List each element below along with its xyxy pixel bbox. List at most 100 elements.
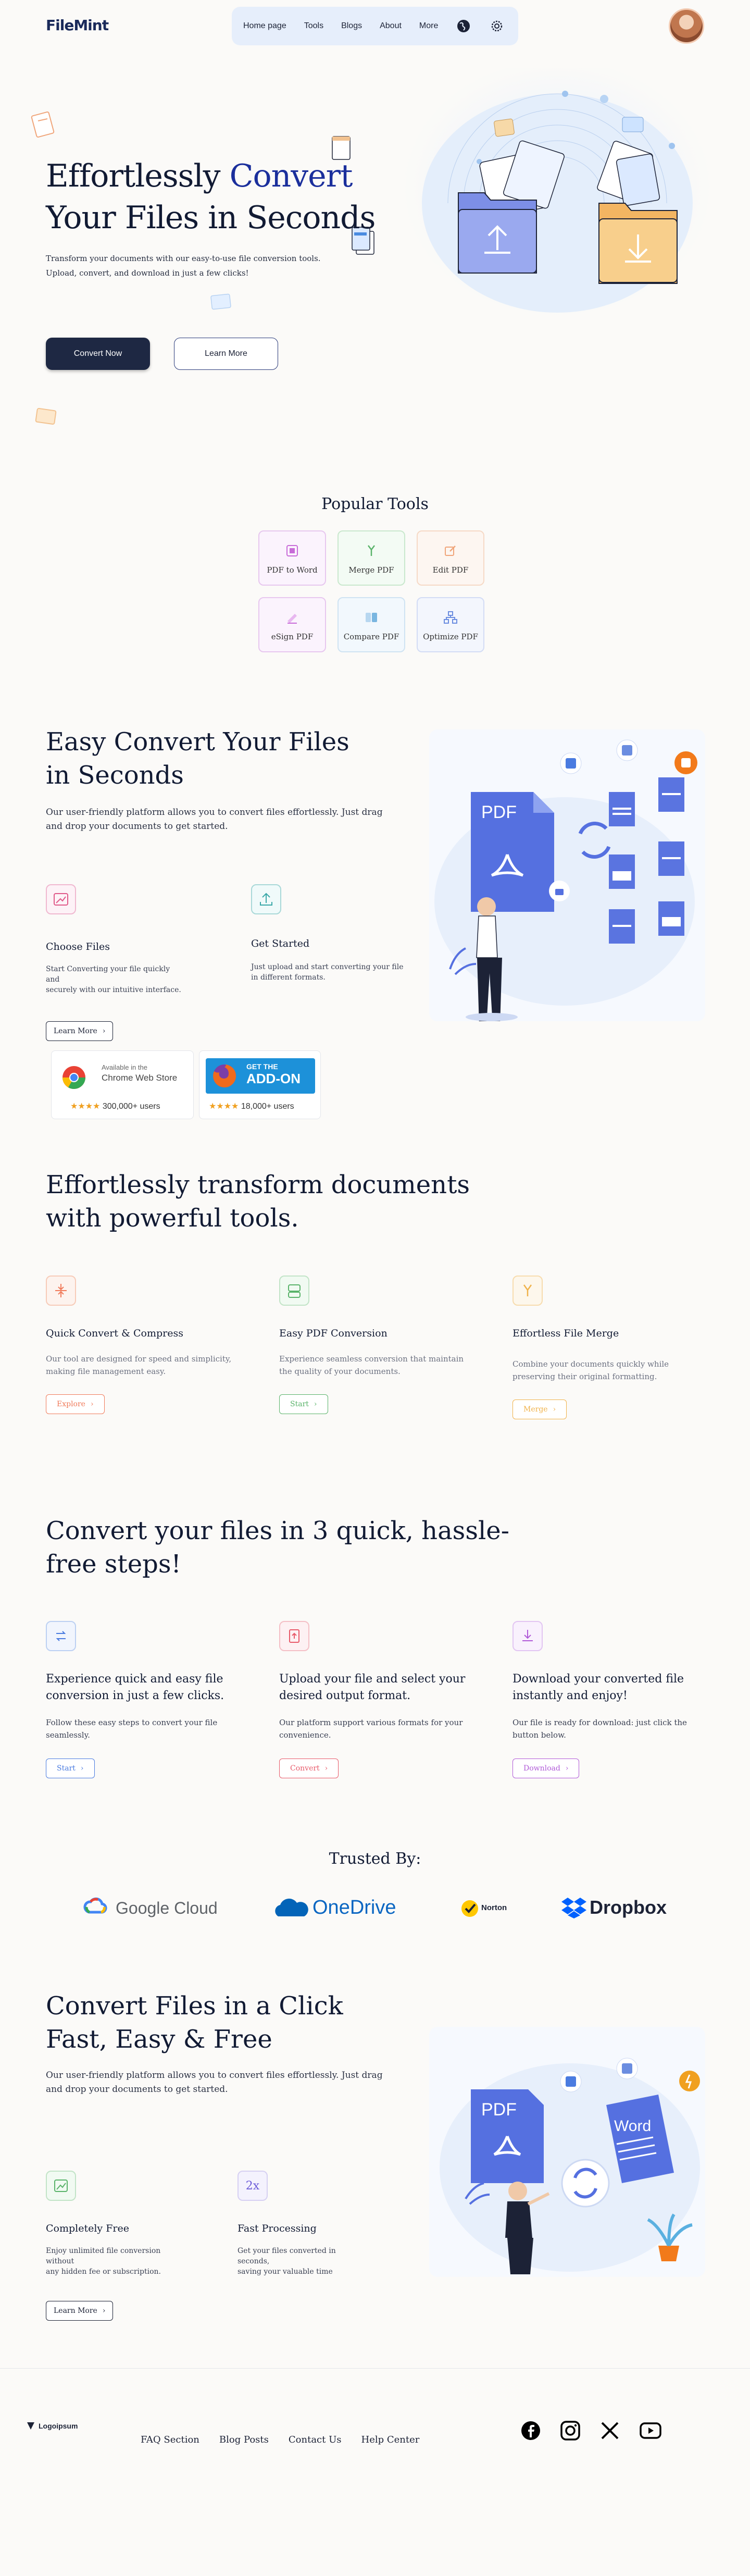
tool-label: Optimize PDF xyxy=(423,632,478,641)
badge-line: ADD-ON xyxy=(246,1071,301,1086)
button-label: Start xyxy=(290,1400,309,1408)
download-step-icon xyxy=(512,1621,543,1651)
firefox-icon xyxy=(213,1064,236,1087)
norton-icon xyxy=(461,1900,478,1917)
button-label: Start xyxy=(57,1764,76,1773)
title-line: Fast, Easy & Free xyxy=(46,2025,272,2054)
illustration-pdf-label: PDF xyxy=(481,2100,517,2120)
button-label: Explore xyxy=(57,1400,85,1408)
tool-label: eSign PDF xyxy=(271,632,314,641)
title-line: Experience quick and easy file xyxy=(46,1673,223,1686)
tool-optimize-pdf[interactable]: Optimize PDF xyxy=(417,597,484,652)
chrome-web-store-badge[interactable]: Available in the Chrome Web Store ★★★★ 3… xyxy=(51,1050,194,1119)
tool-edit-pdf[interactable]: Edit PDF xyxy=(417,530,484,586)
desc-line: without xyxy=(46,2257,74,2265)
explore-button[interactable]: Explore › xyxy=(46,1394,105,1414)
tool-label: Compare PDF xyxy=(343,632,399,641)
footer-link-help[interactable]: Help Center xyxy=(361,2434,420,2445)
file-merge-icon xyxy=(512,1275,543,1306)
facebook-icon[interactable] xyxy=(521,2421,541,2441)
youtube-icon[interactable] xyxy=(640,2422,661,2439)
completely-free-icon xyxy=(46,2171,76,2201)
choose-files-title: Choose Files xyxy=(46,941,110,952)
chevron-right-icon: › xyxy=(102,1027,106,1035)
x-icon[interactable] xyxy=(600,2421,620,2441)
transform-card-title-2: Easy PDF Conversion xyxy=(279,1328,388,1339)
compare-icon xyxy=(362,608,381,627)
chevron-right-icon: › xyxy=(80,1764,84,1773)
nav-tools[interactable]: Tools xyxy=(304,21,323,31)
completely-free-title: Completely Free xyxy=(46,2223,129,2234)
click-learn-more-button[interactable]: Learn More › xyxy=(46,2301,114,2321)
tool-merge-pdf[interactable]: Merge PDF xyxy=(338,530,405,586)
avatar[interactable] xyxy=(669,8,704,44)
click-illustration: PDF Word xyxy=(429,2027,705,2277)
badge-users: 18,000+ users xyxy=(241,1102,294,1111)
upload-step-icon xyxy=(279,1621,309,1651)
hero-desc-line: Upload, convert, and download in just a … xyxy=(46,268,249,278)
nav-about[interactable]: About xyxy=(380,21,402,31)
start-button[interactable]: Start › xyxy=(279,1394,328,1414)
transform-card-desc-1: Our tool are designed for speed and simp… xyxy=(46,1353,231,1378)
google-cloud-text: Google Cloud xyxy=(116,1899,218,1917)
easy-convert-description: Our user-friendly platform allows you to… xyxy=(46,806,410,834)
nav-more[interactable]: More xyxy=(419,21,438,31)
step-convert-button[interactable]: Convert › xyxy=(279,1758,339,1778)
title-line: Effortlessly transform documents xyxy=(46,1170,470,1199)
title-line: Easy Convert Your Files xyxy=(46,727,349,757)
click-description: Our user-friendly platform allows you to… xyxy=(46,2069,410,2097)
pdf-conversion-icon xyxy=(279,1275,309,1306)
edit-icon xyxy=(441,541,460,560)
title-line: free steps! xyxy=(46,1550,181,1579)
optimize-icon xyxy=(441,608,460,627)
nav-home[interactable]: Home page xyxy=(243,21,286,31)
step-title-1: Experience quick and easy file conversio… xyxy=(46,1671,224,1704)
merge-button[interactable]: Merge › xyxy=(512,1400,567,1419)
footer-link-faq[interactable]: FAQ Section xyxy=(141,2434,199,2445)
desc-line: seconds, xyxy=(238,2257,270,2265)
transform-card-desc-3: Combine your documents quickly while pre… xyxy=(512,1358,669,1383)
merge-icon xyxy=(362,541,381,560)
instagram-icon[interactable] xyxy=(560,2421,580,2441)
tool-pdf-to-word[interactable]: PDF to Word xyxy=(258,530,326,586)
dropbox-text: Dropbox xyxy=(590,1897,667,1918)
fast-processing-desc: Get your files converted in seconds, sav… xyxy=(238,2246,336,2277)
easy-convert-illustration: PDF xyxy=(429,729,705,1021)
footer-logo[interactable]: Logoipsum xyxy=(26,2421,78,2431)
desc-line: and xyxy=(46,975,60,984)
globe-icon[interactable] xyxy=(456,18,471,34)
tool-label: Merge PDF xyxy=(348,565,394,575)
step-title-2: Upload your file and select your desired… xyxy=(279,1671,465,1704)
desc-line: securely with our intuitive interface. xyxy=(46,986,181,994)
step-download-button[interactable]: Download › xyxy=(512,1758,580,1778)
step-start-button[interactable]: Start › xyxy=(46,1758,95,1778)
desc-line: and drop your documents to get started. xyxy=(46,821,228,832)
google-cloud-icon xyxy=(83,1897,107,1914)
brand-logo[interactable]: FileMint xyxy=(46,17,109,34)
desc-line: any hidden fee or subscription. xyxy=(46,2268,161,2276)
learn-more-button[interactable]: Learn More xyxy=(174,338,278,370)
step-desc-3: Our file is ready for download: just cli… xyxy=(512,1716,687,1741)
floating-card-icon-2 xyxy=(210,293,231,310)
pdf-to-word-icon xyxy=(283,541,302,560)
chrome-icon xyxy=(63,1066,85,1089)
nav-blogs[interactable]: Blogs xyxy=(341,21,362,31)
tool-compare-pdf[interactable]: Compare PDF xyxy=(338,597,405,652)
footer-link-contact[interactable]: Contact Us xyxy=(289,2434,342,2445)
tool-esign-pdf[interactable]: eSign PDF xyxy=(258,597,326,652)
footer-link-blog[interactable]: Blog Posts xyxy=(219,2434,269,2445)
transform-card-title-1: Quick Convert & Compress xyxy=(46,1328,183,1339)
gear-icon[interactable] xyxy=(489,18,505,34)
tool-label: PDF to Word xyxy=(267,565,318,575)
desc-line: button below. xyxy=(512,1730,566,1740)
step-title-3: Download your converted file instantly a… xyxy=(512,1671,684,1704)
desc-line: Follow these easy steps to convert your … xyxy=(46,1718,218,1727)
convert-now-button[interactable]: Convert Now xyxy=(46,338,150,370)
hero-desc-line: Transform your documents with our easy-t… xyxy=(46,254,321,263)
desc-line: the quality of your documents. xyxy=(279,1367,401,1376)
rating-stars: ★★★★ xyxy=(209,1102,239,1111)
easy-convert-learn-more-button[interactable]: Learn More › xyxy=(46,1021,114,1041)
firefox-addon-badge[interactable]: GET THE ADD-ON ★★★★ 18,000+ users xyxy=(199,1050,321,1119)
floating-document-icon xyxy=(31,111,55,138)
click-title: Convert Files in a Click Fast, Easy & Fr… xyxy=(46,1989,343,2056)
